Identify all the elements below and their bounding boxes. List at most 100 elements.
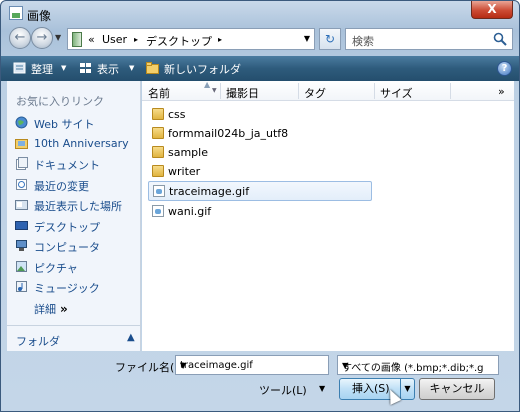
file-name: css bbox=[168, 108, 186, 121]
list-item-traceimage-selected[interactable]: traceimage.gif bbox=[148, 181, 372, 201]
sidebar-item-desktop[interactable]: デスクトップ bbox=[15, 218, 139, 234]
organize-icon bbox=[13, 62, 26, 74]
address-separator-icon[interactable]: ▸ bbox=[134, 35, 138, 44]
column-divider[interactable] bbox=[450, 83, 451, 99]
double-chevron-icon: » bbox=[60, 302, 68, 316]
recent-places-icon bbox=[15, 200, 28, 210]
column-divider[interactable] bbox=[220, 83, 221, 99]
search-box[interactable]: 検索 bbox=[345, 28, 513, 50]
column-header-name[interactable]: 名前 bbox=[148, 85, 170, 101]
sidebar-item-music[interactable]: ミュージック bbox=[15, 279, 139, 295]
chevron-down-icon[interactable]: ▼ bbox=[342, 361, 484, 370]
globe-icon bbox=[15, 116, 28, 129]
computer-icon bbox=[16, 240, 27, 251]
search-input[interactable]: 検索 bbox=[352, 33, 374, 49]
sidebar-item-recent-changes[interactable]: 最近の変更 bbox=[15, 177, 139, 193]
sidebar-item-documents[interactable]: ドキュメント bbox=[15, 156, 139, 172]
recent-pages-dropdown-icon[interactable]: ▼ bbox=[55, 33, 64, 42]
search-icon[interactable] bbox=[492, 31, 508, 47]
address-dropdown-icon[interactable]: ▼ bbox=[304, 34, 310, 43]
sidebar-item-label: ミュージック bbox=[34, 282, 100, 295]
sidebar-item-label: コンピュータ bbox=[34, 241, 100, 254]
folder-icon bbox=[152, 127, 164, 139]
insert-options-dropdown-icon[interactable]: ▼ bbox=[400, 379, 414, 399]
close-button[interactable]: X bbox=[471, 1, 513, 19]
image-folder-icon bbox=[15, 139, 28, 149]
insert-label: 挿入(S) bbox=[352, 382, 390, 395]
music-icon bbox=[16, 281, 27, 292]
cancel-button[interactable]: キャンセル bbox=[419, 378, 495, 400]
window-title: 画像 bbox=[27, 9, 52, 23]
sidebar-item-10th-anniversary[interactable]: 10th Anniversary bbox=[15, 136, 139, 152]
chevron-up-icon[interactable]: ▲ bbox=[127, 332, 135, 343]
list-item-writer[interactable]: writer bbox=[148, 162, 372, 182]
sidebar-item-label: デスクトップ bbox=[34, 221, 100, 234]
sidebar-item-label: Web サイト bbox=[34, 118, 95, 131]
help-icon[interactable]: ? bbox=[497, 61, 512, 76]
views-button[interactable]: 表示 bbox=[97, 61, 119, 77]
column-header-bar: 名前 ▲ ▼ 撮影日 タグ サイズ » bbox=[142, 80, 514, 101]
column-header-date-taken[interactable]: 撮影日 bbox=[226, 85, 259, 101]
views-dropdown-icon[interactable]: ▼ bbox=[129, 64, 134, 72]
address-bar[interactable]: « User ▸ デスクトップ ▸ ▼ bbox=[67, 28, 315, 50]
sidebar-divider bbox=[7, 325, 141, 326]
address-separator-icon[interactable]: ▸ bbox=[218, 35, 222, 44]
image-app-icon bbox=[9, 6, 23, 20]
address-segment-desktop[interactable]: デスクトップ bbox=[146, 33, 212, 49]
file-list-pane: 名前 ▲ ▼ 撮影日 タグ サイズ » css formmail024b_ja_… bbox=[142, 80, 514, 351]
file-name: formmail024b_ja_utf8 bbox=[168, 127, 289, 140]
sidebar-item-label: 最近表示した場所 bbox=[34, 200, 122, 213]
list-item-sample[interactable]: sample bbox=[148, 143, 372, 163]
folders-toggle[interactable]: フォルダ bbox=[16, 333, 60, 349]
sidebar-item-recent-places[interactable]: 最近表示した場所 bbox=[15, 197, 139, 213]
address-segment-user[interactable]: User bbox=[102, 33, 127, 46]
gif-image-icon bbox=[153, 185, 165, 197]
folder-icon bbox=[152, 165, 164, 177]
file-name: wani.gif bbox=[168, 205, 212, 218]
desktop-icon bbox=[15, 221, 28, 230]
sort-ascending-icon: ▲ bbox=[204, 80, 211, 89]
recent-changes-icon bbox=[16, 179, 27, 190]
more-links-button[interactable]: 詳細 » bbox=[34, 301, 68, 317]
address-overflow[interactable]: « bbox=[88, 33, 95, 46]
sidebar-item-label: 10th Anniversary bbox=[34, 137, 129, 150]
tools-button[interactable]: ツール(L) bbox=[259, 382, 307, 398]
column-header-tags[interactable]: タグ bbox=[304, 85, 326, 101]
chevron-down-icon[interactable]: ▼ bbox=[180, 361, 324, 370]
folder-icon bbox=[152, 108, 164, 120]
list-item-css[interactable]: css bbox=[148, 105, 372, 125]
title-bar: 画像 X bbox=[1, 1, 519, 27]
file-name: sample bbox=[168, 146, 208, 159]
command-toolbar: 整理 ▼ 表示 ▼ 新しいフォルダ ? bbox=[1, 56, 519, 81]
sidebar-item-label: ピクチャ bbox=[34, 262, 78, 275]
filename-combobox[interactable]: traceimage.gif ▼ bbox=[175, 355, 329, 375]
column-filter-dropdown-icon[interactable]: ▼ bbox=[212, 87, 217, 94]
column-divider[interactable] bbox=[298, 83, 299, 99]
sidebar-item-computer[interactable]: コンピュータ bbox=[15, 238, 139, 254]
columns-overflow-icon[interactable]: » bbox=[498, 85, 505, 98]
list-item-formmail[interactable]: formmail024b_ja_utf8 bbox=[148, 124, 372, 144]
views-icon bbox=[80, 63, 91, 73]
forward-button[interactable]: → bbox=[31, 27, 53, 49]
sidebar-item-web-site[interactable]: Web サイト bbox=[15, 115, 139, 131]
organize-button[interactable]: 整理 bbox=[31, 61, 53, 77]
organize-dropdown-icon[interactable]: ▼ bbox=[61, 64, 66, 72]
list-item-wani[interactable]: wani.gif bbox=[148, 202, 372, 222]
tools-dropdown-icon[interactable]: ▼ bbox=[319, 384, 325, 393]
more-label: 詳細 bbox=[34, 303, 56, 316]
file-name: traceimage.gif bbox=[169, 185, 250, 198]
refresh-button[interactable]: ↻ bbox=[319, 28, 341, 50]
sidebar-item-pictures[interactable]: ピクチャ bbox=[15, 259, 139, 275]
new-folder-icon bbox=[146, 62, 159, 74]
navigation-bar: ← → ▼ « User ▸ デスクトップ ▸ ▼ ↻ 検索 bbox=[1, 27, 519, 53]
insert-button[interactable]: 挿入(S) ▼ bbox=[339, 378, 415, 400]
file-dialog-window: 画像 X ← → ▼ « User ▸ デスクトップ ▸ ▼ ↻ 検索 整理 ▼… bbox=[0, 0, 520, 412]
column-divider[interactable] bbox=[374, 83, 375, 99]
back-button[interactable]: ← bbox=[9, 27, 31, 49]
favorite-links-pane: お気に入りリンク Web サイト 10th Anniversary ドキュメント… bbox=[7, 81, 141, 351]
sidebar-item-label: ドキュメント bbox=[34, 159, 100, 172]
folder-icon bbox=[152, 146, 164, 158]
new-folder-button[interactable]: 新しいフォルダ bbox=[164, 61, 241, 77]
file-type-select[interactable]: すべての画像 (*.bmp;*.dib;*.gif;*.jpg ▼ bbox=[337, 355, 499, 375]
column-header-size[interactable]: サイズ bbox=[380, 85, 413, 101]
